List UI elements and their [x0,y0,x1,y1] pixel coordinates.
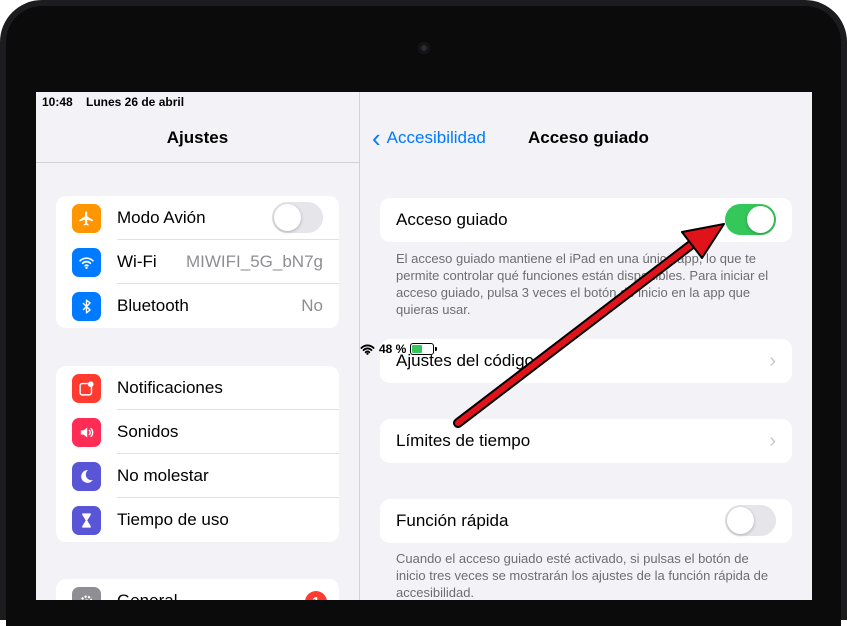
sidebar-item-wifi[interactable]: Wi-Fi MIWIFI_5G_bN7g [56,240,339,284]
sidebar-item-airplane-mode[interactable]: Modo Avión [56,196,339,240]
sidebar-item-label: Sonidos [117,422,179,441]
wifi-icon [72,247,101,277]
hourglass-icon [72,505,101,535]
moon-icon [72,461,101,491]
sidebar-item-screen-time[interactable]: Tiempo de uso [56,498,339,542]
update-badge: 1 [305,591,327,600]
sidebar-item-label: Modo Avión [117,208,206,227]
sidebar-item-label: Notificaciones [117,378,223,397]
sidebar-item-label: General [117,591,177,600]
sidebar-item-label: Bluetooth [117,296,189,315]
battery-percentage: 48 % [379,342,407,356]
sidebar-item-general[interactable]: General 1 [56,579,339,600]
battery-icon [410,343,438,355]
settings-group-connectivity: Modo Avión Wi-Fi MIWIFI_5G_bN7g Bluetoot… [56,196,339,328]
wifi-signal-icon [360,343,375,355]
notifications-icon [72,373,101,403]
front-camera [418,42,430,54]
settings-group-general: General 1 [56,579,339,600]
bluetooth-icon [72,291,101,321]
sidebar-item-sounds[interactable]: Sonidos [56,410,339,454]
ipad-screen: Ajustes Modo Avión Wi-Fi MIWIFI_5G_bN7g [36,92,812,600]
sidebar-item-label: Tiempo de uso [117,510,229,529]
sidebar-item-label: Wi-Fi [117,252,157,271]
sidebar-nav-bar: Ajustes [36,112,359,163]
sounds-icon [72,417,101,447]
bluetooth-status: No [301,296,323,315]
sidebar-item-bluetooth[interactable]: Bluetooth No [56,284,339,328]
status-date: Lunes 26 de abril [86,95,185,109]
status-bar: 10:48 Lunes 26 de abril 48 % [36,92,812,356]
settings-group-notifications: Notificaciones Sonidos No molestar Tiemp… [56,366,339,542]
status-time: 10:48 [42,95,73,109]
status-right-group: 48 % [360,95,812,600]
settings-sidebar: Ajustes Modo Avión Wi-Fi MIWIFI_5G_bN7g [36,92,360,600]
sidebar-item-label: No molestar [117,466,209,485]
sidebar-title: Ajustes [166,128,229,147]
airplane-icon [72,203,101,233]
sidebar-item-do-not-disturb[interactable]: No molestar [56,454,339,498]
gear-icon [72,586,101,600]
wifi-network-name: MIWIFI_5G_bN7g [186,252,323,271]
sidebar-item-notifications[interactable]: Notificaciones [56,366,339,410]
airplane-mode-toggle[interactable] [272,202,323,233]
